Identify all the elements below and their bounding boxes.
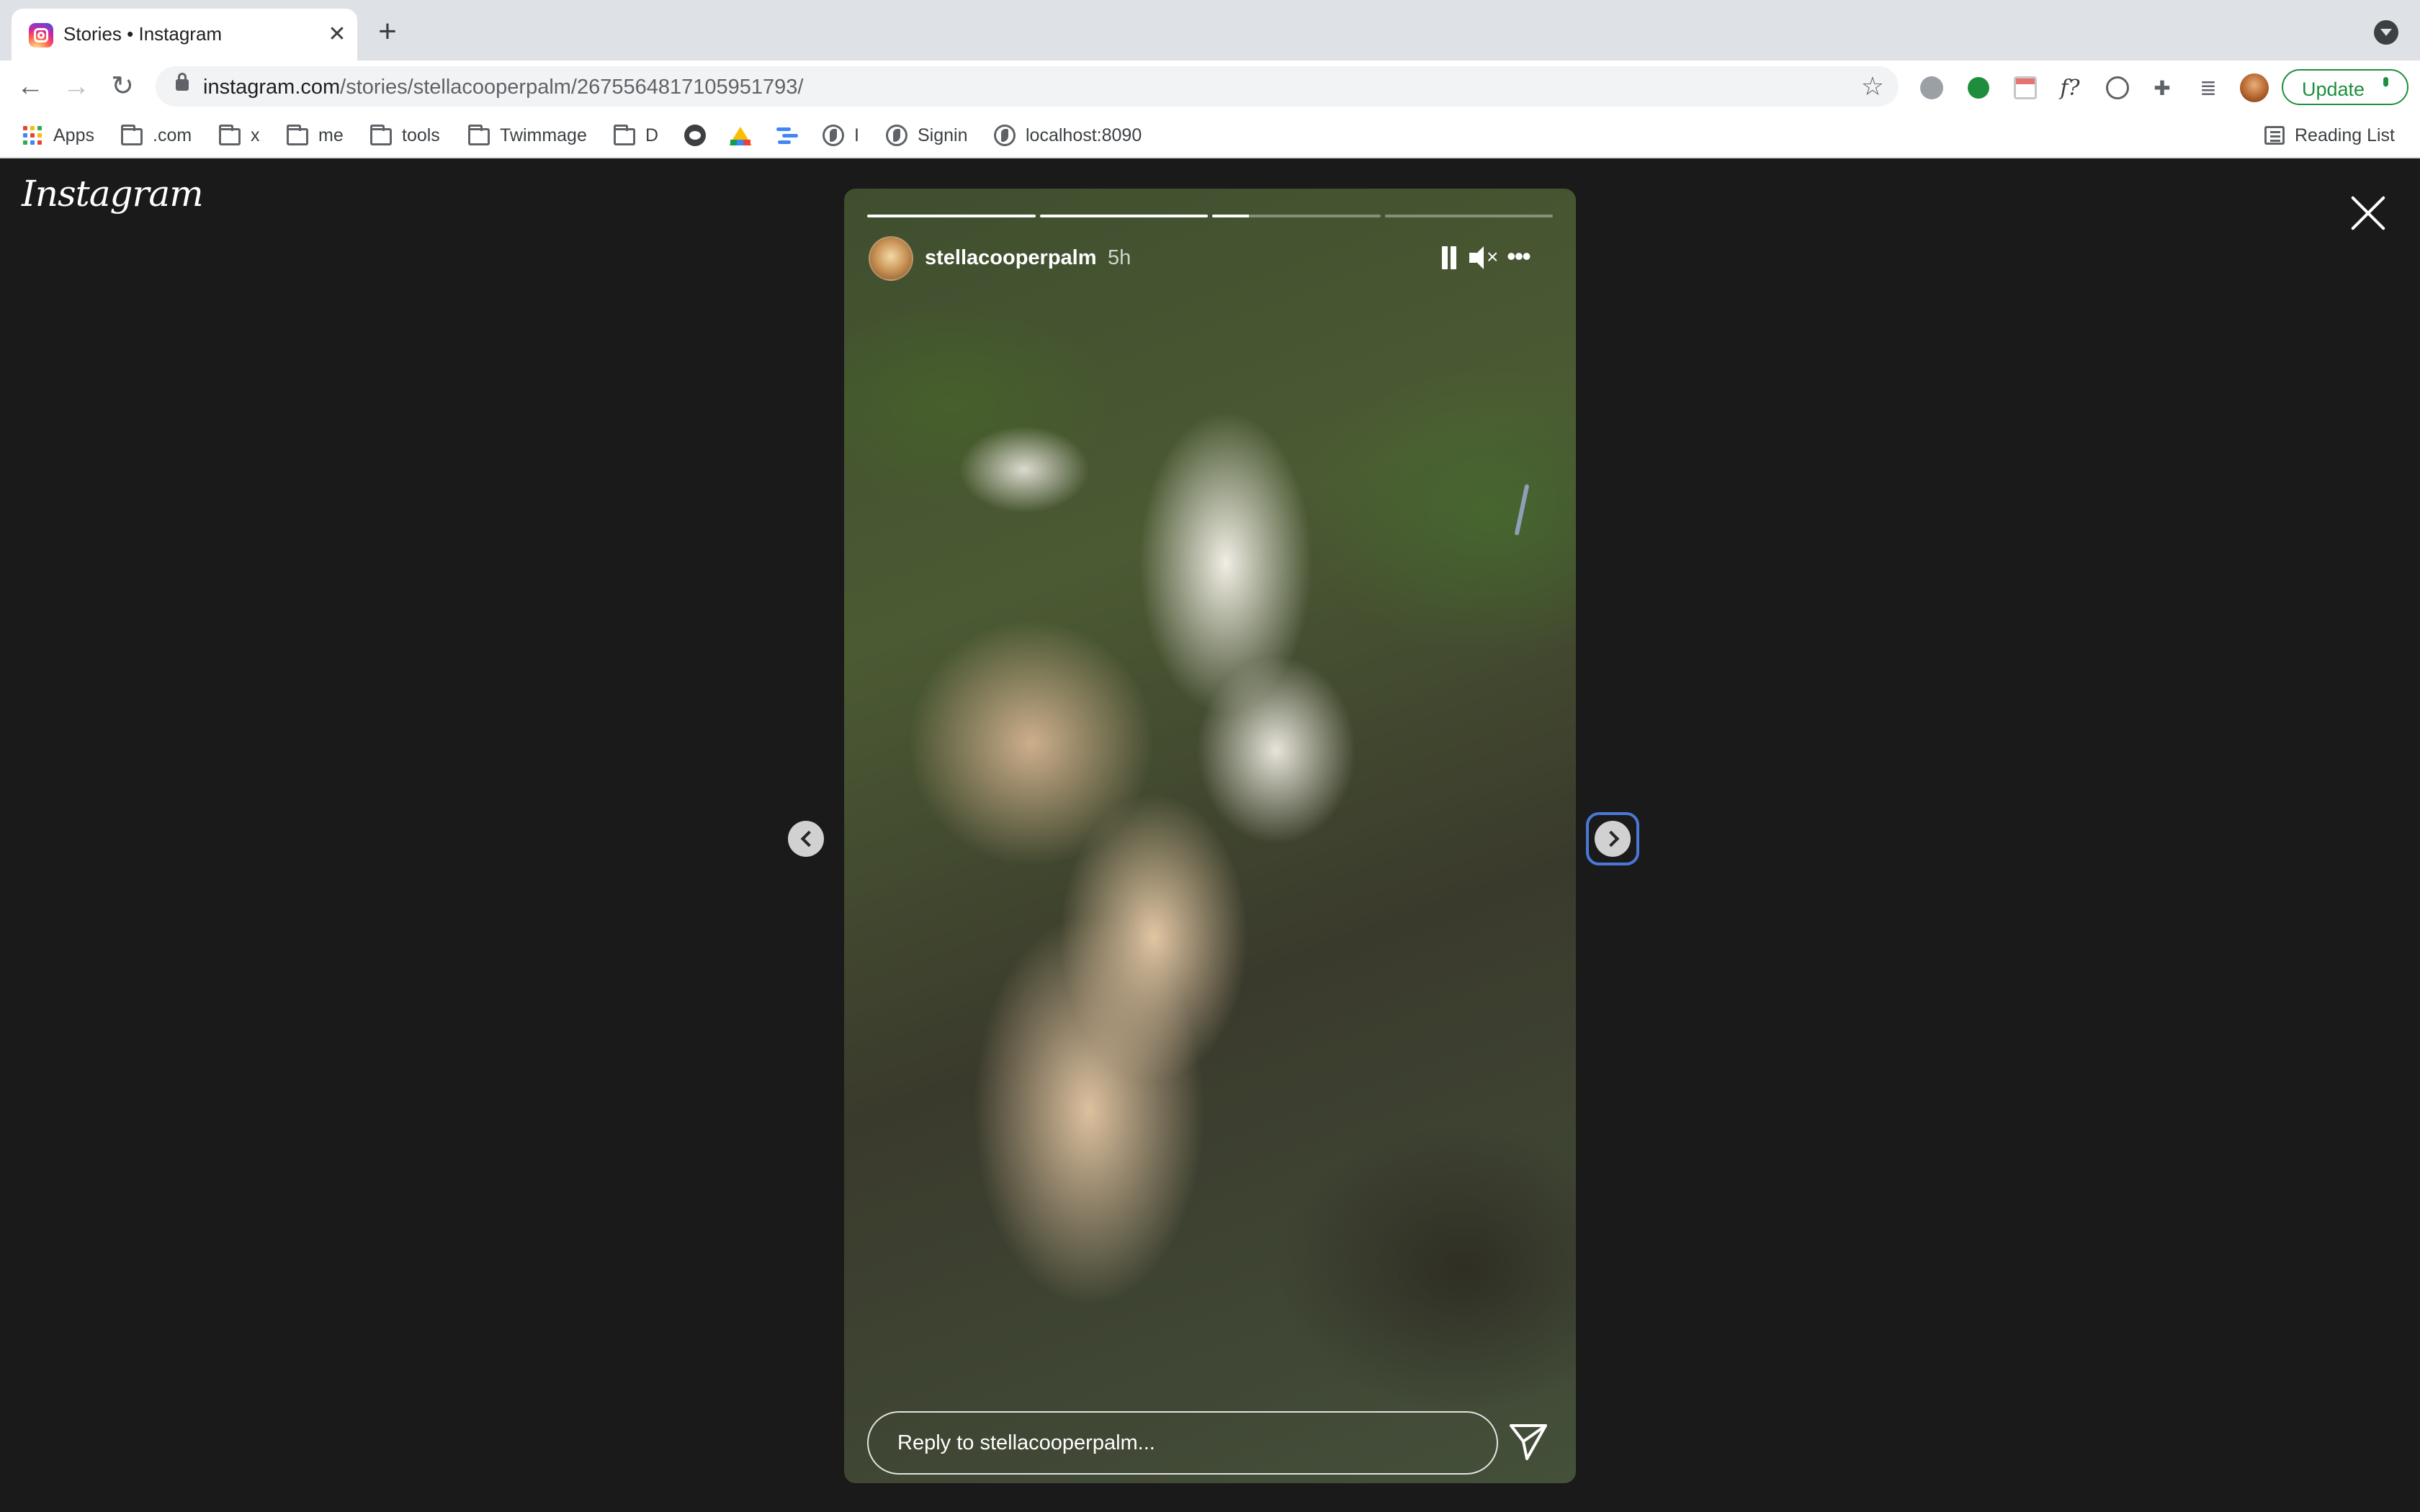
calendar-extension-icon[interactable]: [2014, 76, 2037, 99]
media-playlist-icon[interactable]: ≣: [2197, 76, 2220, 99]
reading-list-label: Reading List: [2295, 125, 2395, 145]
story-username[interactable]: stellacooperpalm: [925, 246, 1097, 270]
bookmark-label: Twimmage: [500, 125, 587, 145]
instagram-favicon-icon: [29, 23, 53, 48]
stack-icon: [776, 125, 798, 146]
bookmark-star-icon[interactable]: ☆: [1861, 71, 1884, 102]
bookmark-folder-tools[interactable]: tools: [370, 123, 440, 148]
bookmark-stack[interactable]: [776, 123, 808, 148]
reply-input[interactable]: Reply to stellacooperpalm...: [867, 1411, 1498, 1475]
bookmarks-bar: Apps .com x me tools Twimmage D I Signin…: [0, 112, 2420, 158]
apps-icon: [22, 125, 43, 146]
next-story-button[interactable]: [1586, 812, 1639, 865]
story-progress-bar: [867, 215, 1553, 217]
story-viewer: Instagram stellacooperpalm 5h × ••• Repl…: [0, 158, 2420, 1512]
bookmark-label: I: [854, 125, 859, 145]
url-path: /stories/stellacooperpalm/26755648171059…: [340, 76, 804, 99]
mute-x: ×: [1487, 246, 1499, 268]
back-button[interactable]: ←: [14, 71, 46, 102]
gear-extension-icon[interactable]: [1920, 76, 1943, 99]
folder-icon: [370, 125, 392, 145]
close-story-button[interactable]: [2348, 193, 2388, 233]
new-tab-button[interactable]: +: [372, 16, 403, 48]
folder-icon: [614, 125, 635, 145]
update-label: Update: [2302, 78, 2365, 100]
forward-button[interactable]: →: [60, 71, 92, 102]
progress-fill: [1212, 215, 1250, 217]
drive-icon: [729, 125, 752, 145]
bookmark-label: x: [251, 125, 260, 145]
screen: Stories • Instagram ✕ + ← → ↻ instagram.…: [0, 0, 2420, 1512]
more-options-icon[interactable]: •••: [1507, 243, 1531, 269]
profile-avatar[interactable]: [2240, 73, 2269, 102]
reading-list-button[interactable]: Reading List: [2264, 123, 2395, 148]
folder-icon: [468, 125, 490, 145]
progress-segment: [867, 215, 1036, 217]
bookmark-label: .com: [153, 125, 192, 145]
bookmark-label: tools: [402, 125, 440, 145]
bookmark-label: localhost:8090: [1026, 125, 1142, 145]
tab-stories-instagram[interactable]: Stories • Instagram ✕: [12, 9, 357, 60]
next-arrow-icon: [1595, 821, 1631, 857]
bookmark-folder-com[interactable]: .com: [121, 123, 192, 148]
update-button[interactable]: Update •••: [2282, 69, 2408, 105]
bookmark-folder-d[interactable]: D: [614, 123, 658, 148]
url-host: instagram.com: [203, 76, 341, 99]
story-card[interactable]: stellacooperpalm 5h × ••• Reply to stell…: [844, 189, 1576, 1483]
fork-in-grass: [1514, 484, 1530, 536]
octocat-icon: [684, 125, 706, 146]
green-dot-extension-icon[interactable]: [1968, 77, 1989, 99]
bookmark-drive[interactable]: [729, 123, 762, 148]
reply-placeholder: Reply to stellacooperpalm...: [897, 1431, 1155, 1454]
tab-title: Stories • Instagram: [63, 23, 223, 45]
bookmark-label: D: [645, 125, 659, 145]
globe-icon: [886, 125, 908, 146]
menu-dots-icon: •••: [2375, 76, 2397, 84]
address-bar[interactable]: instagram.com/stories/stellacooperpalm/2…: [156, 66, 1899, 107]
bookmark-octocat[interactable]: [684, 123, 716, 148]
folder-icon: [219, 125, 241, 145]
story-user-avatar[interactable]: [869, 236, 913, 281]
globe-icon: [994, 125, 1016, 146]
bookmark-signin[interactable]: Signin: [886, 123, 968, 148]
progress-segment: [1039, 215, 1208, 217]
folder-icon: [121, 125, 143, 145]
function-extension-icon[interactable]: f?: [2058, 76, 2081, 101]
tab-close-icon[interactable]: ✕: [324, 22, 350, 48]
story-timestamp: 5h: [1108, 246, 1131, 269]
puzzle-extensions-icon[interactable]: ✚: [2151, 76, 2174, 99]
reload-button[interactable]: ↻: [107, 71, 138, 102]
send-paper-plane-icon[interactable]: [1505, 1418, 1551, 1464]
muted-speaker-icon[interactable]: ×: [1469, 245, 1498, 271]
bookmark-label: me: [318, 125, 344, 145]
globe-icon: [823, 125, 844, 146]
speaker-cone: [1472, 246, 1484, 269]
progress-segment: [1212, 215, 1381, 217]
bookmark-localhost[interactable]: localhost:8090: [994, 123, 1142, 148]
progress-segment: [1384, 215, 1553, 217]
folder-icon: [287, 125, 308, 145]
bookmark-label: Signin: [918, 125, 968, 145]
bookmark-apps[interactable]: Apps: [22, 123, 94, 148]
progress-fill: [867, 215, 1036, 217]
bookmark-label: Apps: [53, 125, 94, 145]
previous-story-button[interactable]: [788, 821, 824, 857]
reading-list-icon: [2264, 126, 2285, 145]
tab-strip: Stories • Instagram ✕ +: [0, 0, 2420, 60]
circle-extension-icon[interactable]: [2106, 76, 2129, 99]
lock-icon[interactable]: [176, 73, 189, 91]
url-text[interactable]: instagram.com/stories/stellacooperpalm/2…: [203, 76, 803, 99]
progress-fill: [1039, 215, 1208, 217]
bookmark-globe-i[interactable]: I: [823, 123, 859, 148]
tab-search-chevron-icon[interactable]: [2374, 20, 2398, 45]
bookmark-folder-me[interactable]: me: [287, 123, 344, 148]
bookmark-folder-x[interactable]: x: [219, 123, 260, 148]
instagram-logo[interactable]: Instagram: [22, 173, 204, 215]
bookmark-folder-twimmage[interactable]: Twimmage: [468, 123, 587, 148]
pause-icon[interactable]: [1440, 246, 1458, 269]
browser-toolbar: ← → ↻ instagram.com/stories/stellacooper…: [0, 60, 2420, 112]
